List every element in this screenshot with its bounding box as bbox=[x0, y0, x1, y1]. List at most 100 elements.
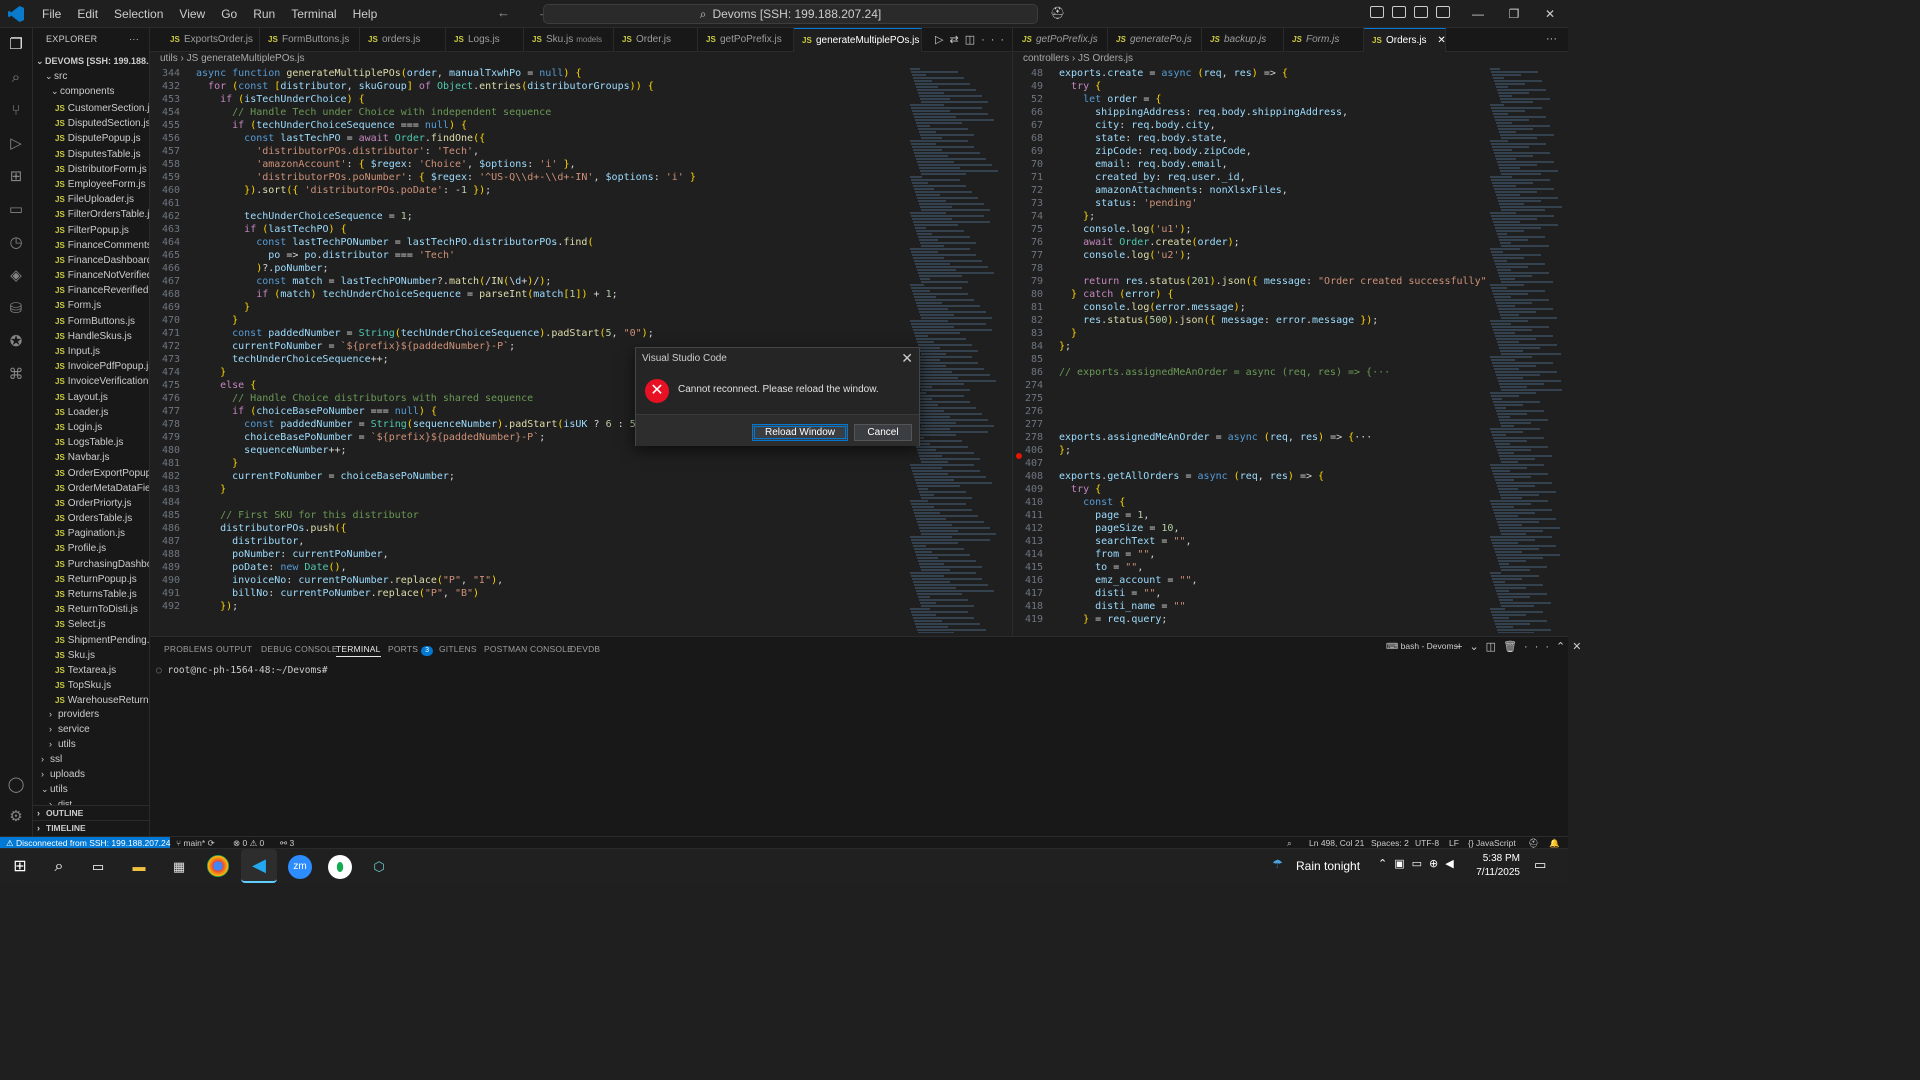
editor-tab[interactable]: JS ExportsOrder.js bbox=[162, 28, 260, 52]
file-item[interactable]: JS ReturnsTable.js bbox=[55, 587, 149, 602]
editor-tab[interactable]: JS Sku.js models bbox=[524, 28, 614, 52]
code-line[interactable]: 432 for (const [distributor, skuGroup] o… bbox=[150, 80, 910, 93]
panel-tab-postman-console[interactable]: POSTMAN CONSOLE bbox=[484, 641, 573, 657]
file-item[interactable]: JS Pagination.js bbox=[55, 526, 149, 541]
panel-tab-devdb[interactable]: DEVDB bbox=[570, 641, 600, 657]
code-line[interactable]: 419 } = req.query; bbox=[1013, 613, 1488, 626]
code-line[interactable]: 77 console.log('u2'); bbox=[1013, 249, 1488, 262]
python-icon[interactable]: ⌘ bbox=[7, 366, 25, 384]
terminal-selector[interactable]: ⌨ bash - Devoms bbox=[1386, 641, 1458, 652]
reload-window-button[interactable]: Reload Window bbox=[752, 424, 848, 441]
workspace-root[interactable]: ⌄DEVOMS [SSH: 199.188.20... bbox=[33, 54, 149, 69]
code-line[interactable]: 486 distributorPOs.push({ bbox=[150, 522, 910, 535]
minimap-left[interactable] bbox=[910, 67, 1005, 633]
toggle-secondary-sidebar-icon[interactable] bbox=[1436, 6, 1450, 18]
copilot-icon[interactable]: ⛑ bbox=[1050, 6, 1065, 20]
dialog-close-icon[interactable]: ✕ bbox=[901, 350, 913, 367]
code-line[interactable]: 464 const lastTechPONumber = lastTechPO.… bbox=[150, 236, 910, 249]
file-item[interactable]: JS Login.js bbox=[55, 420, 149, 435]
task-view-icon[interactable]: ▭ bbox=[86, 855, 110, 879]
file-item[interactable]: JS CustomerSection.js bbox=[55, 101, 149, 116]
code-line[interactable]: 469 } bbox=[150, 301, 910, 314]
code-line[interactable]: 277 bbox=[1013, 418, 1488, 431]
run-icon[interactable]: ▷ bbox=[935, 34, 949, 46]
code-line[interactable]: 66 shippingAddress: req.body.shippingAdd… bbox=[1013, 106, 1488, 119]
code-line[interactable]: 83 } bbox=[1013, 327, 1488, 340]
more-icon[interactable]: ··· bbox=[981, 34, 1010, 46]
code-line[interactable]: 86 // exports.assignedMeAnOrder = async (… bbox=[1013, 366, 1488, 379]
code-line[interactable]: 411 page = 1, bbox=[1013, 509, 1488, 522]
app-icon[interactable]: ⬡ bbox=[367, 855, 391, 879]
tab-close-icon[interactable]: ✕ bbox=[1435, 35, 1445, 46]
layout-customize-icon[interactable] bbox=[1370, 6, 1384, 18]
code-line[interactable]: 67 city: req.body.city, bbox=[1013, 119, 1488, 132]
file-explorer-icon[interactable]: ▬ bbox=[127, 855, 151, 879]
taskbar-search-icon[interactable]: ⌕ bbox=[47, 855, 71, 879]
editor-tab[interactable]: JS backup.js bbox=[1202, 28, 1284, 52]
code-line[interactable]: 418 disti_name = "" bbox=[1013, 600, 1488, 613]
editor-tab[interactable]: JS Order.js bbox=[614, 28, 698, 52]
new-terminal-icon[interactable]: + bbox=[1456, 641, 1469, 653]
code-line[interactable]: 413 searchText = "", bbox=[1013, 535, 1488, 548]
code-line[interactable]: 414 from = "", bbox=[1013, 548, 1488, 561]
code-line[interactable]: 81 console.log(error.message); bbox=[1013, 301, 1488, 314]
file-item[interactable]: JS Form.js bbox=[55, 298, 149, 313]
editor-tab[interactable]: JS Form.js bbox=[1284, 28, 1364, 52]
code-line[interactable]: 274 bbox=[1013, 379, 1488, 392]
file-item[interactable]: JS LogsTable.js bbox=[55, 435, 149, 450]
code-line[interactable]: 458 'amazonAccount': { $regex: 'Choice',… bbox=[150, 158, 910, 171]
code-line[interactable]: 416 emz_account = "", bbox=[1013, 574, 1488, 587]
code-line[interactable]: 481 } bbox=[150, 457, 910, 470]
code-line[interactable]: 75 console.log('u1'); bbox=[1013, 223, 1488, 236]
toggle-sidebar-icon[interactable] bbox=[1392, 6, 1406, 18]
more-icon[interactable]: ··· bbox=[1524, 641, 1556, 653]
file-item[interactable]: JSPurchasingDashbo... bbox=[55, 557, 149, 572]
code-line[interactable]: 80 } catch (error) { bbox=[1013, 288, 1488, 301]
code-line[interactable]: 415 to = "", bbox=[1013, 561, 1488, 574]
file-item[interactable]: JS TopSku.js bbox=[55, 678, 149, 693]
code-line[interactable]: 410 const { bbox=[1013, 496, 1488, 509]
code-line[interactable]: 84}; bbox=[1013, 340, 1488, 353]
compare-icon[interactable]: ⇄ bbox=[949, 34, 964, 46]
timeline-section[interactable]: › TIMELINE bbox=[33, 820, 149, 836]
file-item[interactable]: JS Input.js bbox=[55, 344, 149, 359]
menu-help[interactable]: Help bbox=[345, 0, 386, 28]
code-line[interactable]: 344 async function generateMultiplePOs(or… bbox=[150, 67, 910, 80]
minimap-right[interactable] bbox=[1490, 67, 1562, 633]
code-line[interactable]: 79 return res.status(201).json({ message… bbox=[1013, 275, 1488, 288]
remote-explorer-icon[interactable]: ▭ bbox=[7, 201, 25, 219]
store-icon[interactable]: ▦ bbox=[167, 855, 191, 879]
more-icon[interactable]: ··· bbox=[1546, 33, 1557, 45]
code-line[interactable]: 462 techUnderChoiceSequence = 1; bbox=[150, 210, 910, 223]
breadcrumb-left[interactable]: utils › JS generateMultiplePOs.js bbox=[160, 53, 305, 67]
file-item[interactable]: JS Profile.js bbox=[55, 541, 149, 556]
windows-start-icon[interactable]: ⊞ bbox=[8, 855, 32, 879]
code-line[interactable]: 76 await Order.create(order); bbox=[1013, 236, 1488, 249]
menu-view[interactable]: View bbox=[171, 0, 213, 28]
file-item[interactable]: JSOrderMetaDataFiel... bbox=[55, 481, 149, 496]
code-line[interactable]: 407 bbox=[1013, 457, 1488, 470]
folder-item[interactable]: › ssl bbox=[41, 752, 149, 767]
code-line[interactable]: 471 const paddedNumber = String(techUnde… bbox=[150, 327, 910, 340]
file-item[interactable]: JS DisputePopup.js bbox=[55, 131, 149, 146]
terminal-output[interactable]: ○ root@nc-ph-1564-48:~/Devoms# bbox=[156, 665, 328, 676]
menu-file[interactable]: File bbox=[34, 0, 69, 28]
code-line[interactable]: 409 try { bbox=[1013, 483, 1488, 496]
code-line[interactable]: 454 // Handle Tech under Choice with ind… bbox=[150, 106, 910, 119]
editor-tab[interactable]: JS orders.js bbox=[360, 28, 446, 52]
mongodb-compass-icon[interactable]: ⬮ bbox=[328, 855, 352, 879]
clock-time[interactable]: 5:38 PM bbox=[1480, 853, 1520, 864]
source-control-icon[interactable]: ⑂ bbox=[7, 102, 25, 120]
more-actions-icon[interactable]: ··· bbox=[129, 28, 139, 50]
restore-button[interactable]: ❐ bbox=[1496, 7, 1532, 21]
weather-text[interactable]: Rain tonight bbox=[1296, 859, 1360, 873]
panel-tab-output[interactable]: OUTPUT bbox=[216, 641, 252, 657]
file-item[interactable]: JS OrdersTable.js bbox=[55, 511, 149, 526]
code-line[interactable]: 417 disti = "", bbox=[1013, 587, 1488, 600]
editor-tab[interactable]: JS Logs.js bbox=[446, 28, 524, 52]
file-item[interactable]: JS ReturnPopup.js bbox=[55, 572, 149, 587]
code-line[interactable]: 85 bbox=[1013, 353, 1488, 366]
code-line[interactable]: 490 invoiceNo: currentPoNumber.replace("… bbox=[150, 574, 910, 587]
folder-src[interactable]: ⌄src bbox=[45, 69, 67, 84]
database-icon[interactable]: ⛁ bbox=[7, 300, 25, 318]
